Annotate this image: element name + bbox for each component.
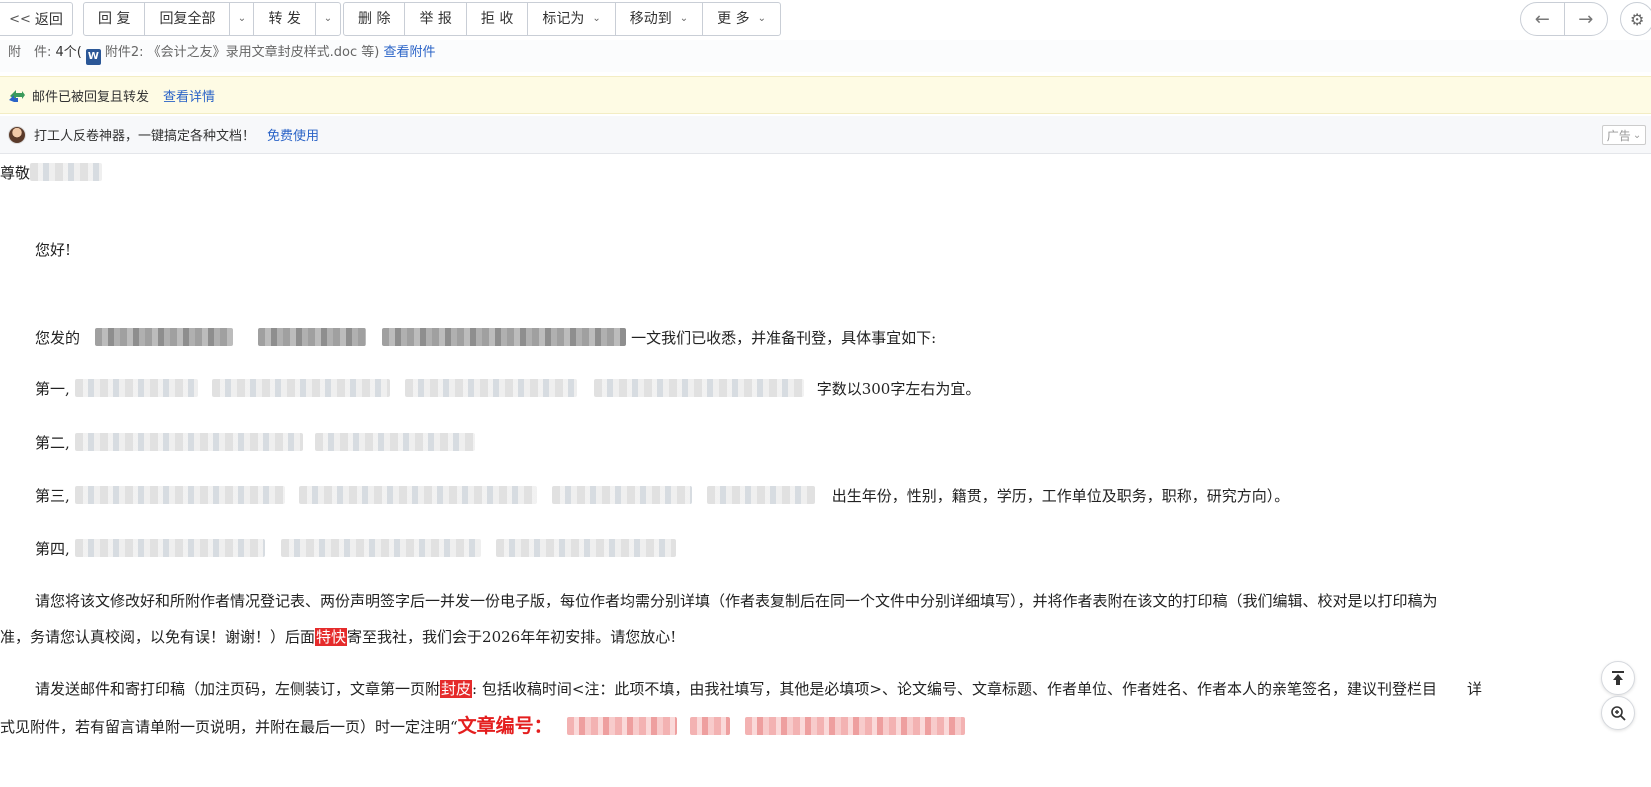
- back-label: 返回: [34, 12, 63, 28]
- redacted-article-number: [567, 717, 678, 735]
- mailing-text: : 包括收稿时间<注：此项不填，由我社填写，其他是必填项>、论文编号、文章标题、…: [472, 680, 1437, 698]
- redacted-text: [74, 433, 303, 451]
- double-chevron-left-icon: <<: [9, 11, 31, 27]
- hello-line: 您好!: [35, 241, 72, 259]
- ad-text: 打工人反卷神器，一键搞定各种文档！: [34, 129, 256, 144]
- chevron-down-icon: ⌄: [323, 13, 333, 24]
- redacted-text: [74, 486, 285, 504]
- attachment-summary: 附 件: 4个(W 附件2: 《会计之友》录用文章封皮样式.doc 等) 查看附件: [0, 40, 1651, 72]
- move-to-button[interactable]: 移动到 ⌄: [616, 3, 704, 35]
- more-label: 更 多: [717, 11, 750, 27]
- item-label: 第四,: [35, 540, 70, 558]
- reply-forward-notice: 邮件已被回复且转发 查看详情: [0, 76, 1651, 114]
- arrow-right-icon[interactable]: →: [1565, 3, 1608, 35]
- chevron-down-icon: ⌄: [757, 13, 766, 24]
- mailing-text: 请发送邮件和寄打印稿（加注页码，左侧装订，文章第一页附: [35, 680, 441, 698]
- ad-tag-dropdown[interactable]: 广告 ⌄: [1602, 125, 1646, 145]
- arrow-left-icon[interactable]: ←: [1521, 3, 1565, 35]
- instructions-text: 寄至我社，我们会于2026年年初安排。请您放心!: [347, 628, 677, 646]
- redacted-text: [299, 486, 538, 504]
- gear-icon[interactable]: ⚙: [1620, 2, 1651, 36]
- item-first-suffix: 字数以300字左右为宜。: [816, 380, 981, 398]
- item-first: 第一, 字数以300字左右为宜。: [35, 378, 980, 399]
- delete-button[interactable]: 删 除: [344, 3, 406, 35]
- redacted-text: [94, 328, 233, 346]
- forwarded-mail-icon: [9, 90, 25, 102]
- paragraph-intro: 您发的 一文我们已收悉，并准备刊登，具体事宜如下:: [35, 327, 936, 348]
- reply-all-dropdown[interactable]: ⌄: [230, 3, 255, 35]
- redacted-text: [281, 539, 482, 557]
- greeting-line: 尊敬: [0, 162, 103, 183]
- redacted-text: [74, 539, 265, 557]
- highlight-cover: 封皮: [440, 680, 473, 698]
- redacted-text: [212, 379, 391, 397]
- redacted-text: [382, 328, 627, 346]
- paragraph-mailing-line1: 请发送邮件和寄打印稿（加注页码，左侧装订，文章第一页附封皮: 包括收稿时间<注：…: [35, 678, 1482, 699]
- paragraph-instructions-line1: 请您将该文修改好和所附作者情况登记表、两份声明签字后一并发一份电子版，每位作者均…: [35, 592, 1438, 610]
- redacted-article-number: [745, 717, 966, 735]
- back-to-top-icon[interactable]: [1601, 661, 1635, 695]
- more-button[interactable]: 更 多 ⌄: [703, 3, 780, 35]
- intro-prefix: 您发的: [35, 329, 81, 347]
- item-second: 第二,: [35, 432, 476, 453]
- chevron-down-icon: ⌄: [237, 13, 247, 24]
- redacted-text: [74, 379, 198, 397]
- back-button[interactable]: << 返回: [0, 2, 73, 36]
- zoom-in-icon[interactable]: [1601, 696, 1635, 730]
- redacted-text: [315, 433, 476, 451]
- action-button-group: 删 除 举 报 拒 收 标记为 ⌄ 移动到 ⌄ 更 多 ⌄: [343, 2, 781, 36]
- redacted-name: [30, 163, 103, 181]
- reject-button[interactable]: 拒 收: [467, 3, 529, 35]
- attachment-label: 附 件:: [8, 45, 52, 60]
- mailing-text: 详: [1467, 680, 1483, 698]
- item-third: 第三, 出生年份，性别，籍贯，学历，工作单位及职务，职称，研究方向）。: [35, 485, 1289, 506]
- notice-text: 邮件已被回复且转发: [32, 89, 150, 105]
- forward-button[interactable]: 转 发: [254, 3, 316, 35]
- word-doc-icon: W: [85, 49, 101, 65]
- redacted-text: [706, 486, 815, 504]
- item-third-suffix: 出生年份，性别，籍贯，学历，工作单位及职务，职称，研究方向）。: [831, 487, 1290, 505]
- chevron-down-icon: ⌄: [679, 13, 689, 24]
- item-label: 第一,: [35, 380, 70, 398]
- item-label: 第三,: [35, 487, 70, 505]
- attachment-count: 4个(: [55, 45, 82, 60]
- redacted-article-number: [690, 717, 731, 735]
- reply-button[interactable]: 回 复: [84, 3, 146, 35]
- ad-tag-label: 广告: [1606, 128, 1631, 143]
- redacted-text: [496, 539, 677, 557]
- mark-as-button[interactable]: 标记为 ⌄: [528, 3, 616, 35]
- move-to-label: 移动到: [629, 11, 672, 27]
- view-attachments-link[interactable]: 查看附件: [384, 45, 436, 60]
- instructions-text: 准，务请您认真校阅，以免有误！谢谢！）后面: [0, 628, 316, 646]
- redacted-text: [593, 379, 804, 397]
- view-details-link[interactable]: 查看详情: [163, 86, 215, 105]
- article-number-label: 文章编号：: [457, 715, 553, 737]
- ad-banner: 打工人反卷神器，一键搞定各种文档！ 免费使用 广告 ⌄: [0, 116, 1651, 154]
- mailing-text: 式见附件，若有留言请单附一页说明，并附在最后一页）时一定注明“: [0, 718, 458, 736]
- avatar: [8, 125, 26, 144]
- paragraph-mailing-line2: 式见附件，若有留言请单附一页说明，并附在最后一页）时一定注明“文章编号：: [0, 711, 966, 738]
- attachment-file-name: 附件2: 《会计之友》录用文章封皮样式.doc 等): [104, 45, 380, 60]
- email-body: 尊敬 您好! 您发的 一文我们已收悉，并准备刊登，具体事宜如下: 第一, 字数以…: [0, 155, 1651, 787]
- mark-as-label: 标记为: [542, 11, 585, 27]
- chevron-down-icon: ⌄: [1632, 129, 1642, 141]
- greeting: 尊敬: [0, 164, 31, 182]
- chevron-down-icon: ⌄: [592, 13, 601, 24]
- forward-dropdown[interactable]: ⌄: [316, 3, 340, 35]
- report-button[interactable]: 举 报: [405, 3, 467, 35]
- mail-toolbar: << 返回 回 复 回复全部 ⌄ 转 发 ⌄ 删 除 举 报 拒 收 标记为 ⌄ …: [0, 0, 1651, 38]
- highlight-express: 特快: [315, 628, 348, 646]
- free-use-link[interactable]: 免费使用: [267, 125, 319, 144]
- reply-all-button[interactable]: 回复全部: [145, 3, 231, 35]
- redacted-text: [257, 328, 366, 346]
- redacted-text: [405, 379, 578, 397]
- paragraph-instructions-line2: 准，务请您认真校阅，以免有误！谢谢！）后面特快寄至我社，我们会于2026年年初安…: [0, 626, 676, 647]
- item-fourth: 第四,: [35, 538, 677, 559]
- redacted-text: [552, 486, 693, 504]
- reply-button-group: 回 复 回复全部 ⌄ 转 发 ⌄: [83, 2, 341, 36]
- prev-next-nav: ← →: [1520, 2, 1608, 36]
- item-label: 第二,: [35, 434, 70, 452]
- intro-suffix: 一文我们已收悉，并准备刊登，具体事宜如下:: [631, 329, 937, 347]
